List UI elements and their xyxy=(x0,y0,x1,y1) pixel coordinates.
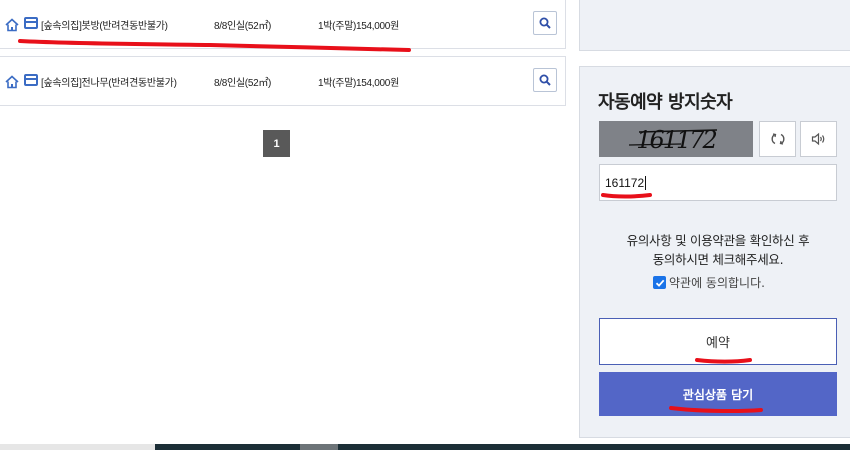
text-cursor xyxy=(645,175,647,190)
room-row[interactable]: [숲속의집]봇방(반려견동반불가) 8/8인실(52㎡) 1박(주말)154,0… xyxy=(0,0,566,49)
room-price: 1박(주말)154,000원 xyxy=(318,21,399,32)
search-icon xyxy=(539,17,551,29)
add-to-wishlist-button[interactable]: 관심상품 담기 xyxy=(599,372,837,416)
search-icon xyxy=(539,74,551,86)
speaker-icon xyxy=(811,132,824,146)
home-icon xyxy=(5,18,19,32)
room-name[interactable]: [숲속의집]전나무(반려견동반불가) xyxy=(41,74,177,89)
terms-notice-line: 동의하시면 체크해주세요. xyxy=(652,252,784,267)
room-name[interactable]: [숲속의집]봇방(반려견동반불가) xyxy=(41,17,168,32)
terms-agree[interactable]: 약관에 동의합니다. xyxy=(653,274,765,291)
side-panel-top xyxy=(579,0,850,51)
captcha-input[interactable]: 161172 xyxy=(599,164,837,201)
room-row[interactable]: [숲속의집]전나무(반려견동반불가) 8/8인실(52㎡) 1박(주말)154,… xyxy=(0,56,566,106)
check-icon xyxy=(655,279,664,287)
terms-notice-line: 유의사항 및 이용약관을 확인하신 후 xyxy=(626,233,810,248)
terms-agree-label: 약관에 동의합니다. xyxy=(669,276,765,290)
captcha-image: 161172 xyxy=(599,121,753,157)
room-capacity: 8/8인실(52㎡) xyxy=(214,78,272,89)
captcha-input-value: 161172 xyxy=(605,175,645,190)
home-icon xyxy=(5,75,19,89)
captcha-title: 자동예약 방지숫자 xyxy=(598,92,733,113)
bottom-bar-segment xyxy=(0,444,155,450)
page-button-current[interactable]: 1 xyxy=(263,130,290,157)
room-search-button[interactable] xyxy=(533,68,557,92)
refresh-icon xyxy=(771,133,784,145)
bottom-bar-segment xyxy=(300,444,338,450)
bottom-bar xyxy=(0,444,850,450)
room-search-button[interactable] xyxy=(533,11,557,35)
terms-notice: 유의사항 및 이용약관을 확인하신 후 동의하시면 체크해주세요. xyxy=(599,231,837,269)
room-price: 1박(주말)154,000원 xyxy=(318,78,399,89)
card-icon xyxy=(24,74,38,86)
card-icon xyxy=(24,17,38,29)
room-capacity: 8/8인실(52㎡) xyxy=(214,21,272,32)
reserve-button[interactable]: 예약 xyxy=(599,318,837,365)
captcha-audio-button[interactable] xyxy=(800,121,837,157)
captcha-refresh-button[interactable] xyxy=(759,121,796,157)
terms-agree-checkbox[interactable] xyxy=(653,276,666,289)
